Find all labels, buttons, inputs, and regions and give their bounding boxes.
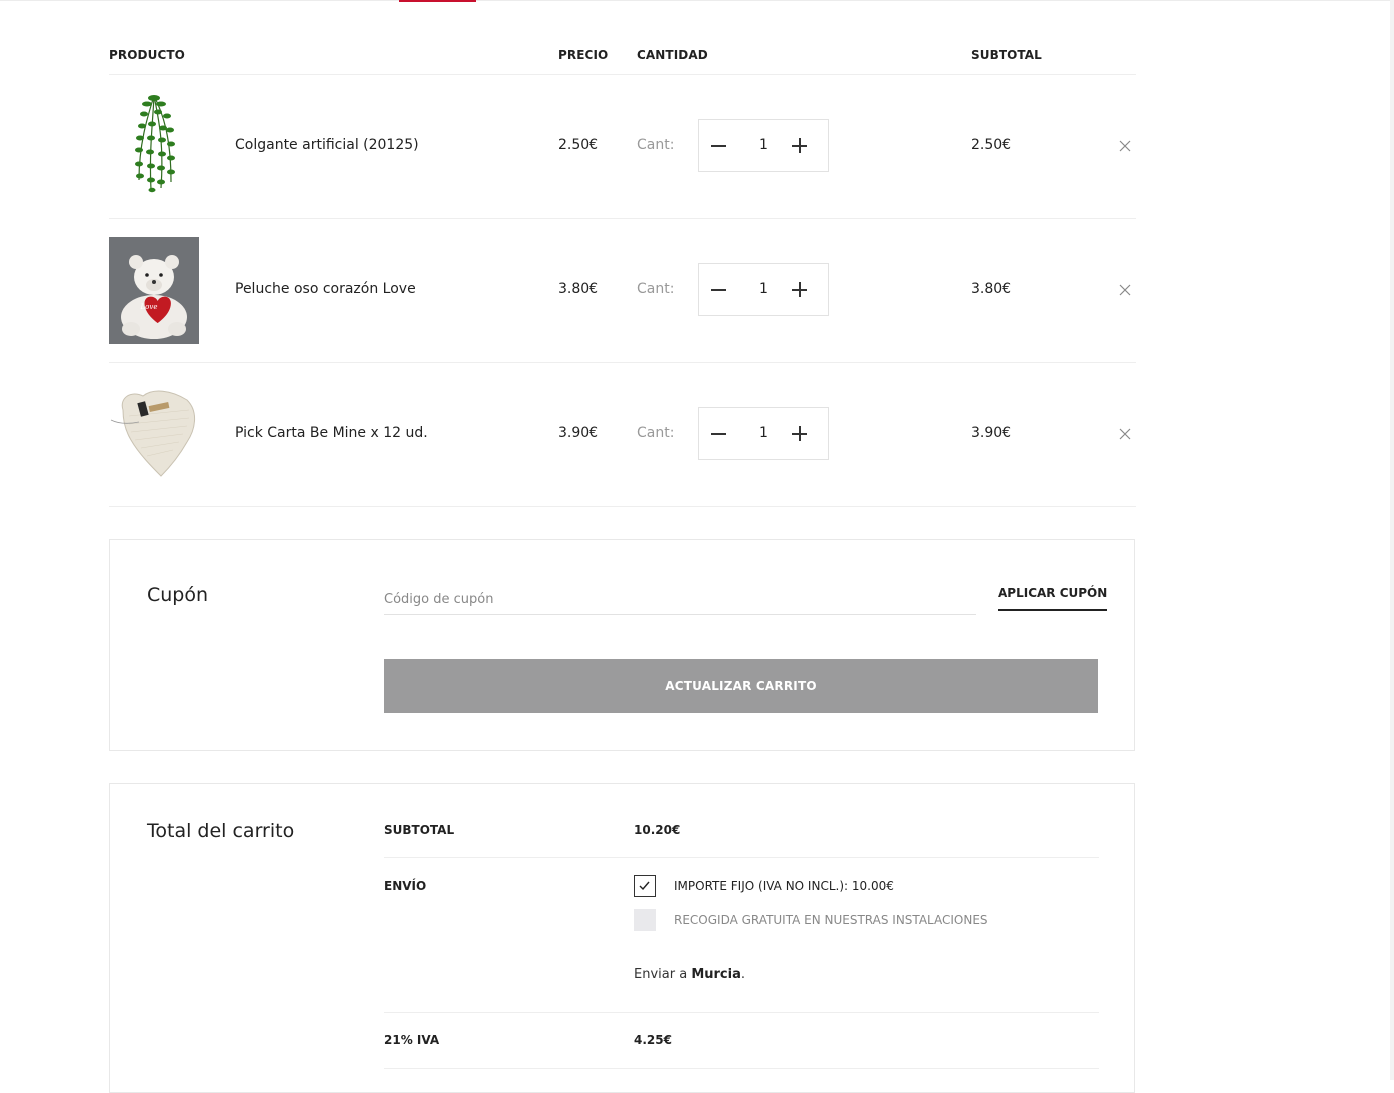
product-name[interactable]: Colgante artificial (20125) <box>235 137 419 153</box>
shipping-label: ENVÍO <box>384 879 427 893</box>
quantity-stepper: 1 <box>698 407 829 460</box>
totals-divider <box>384 1012 1099 1013</box>
totals-divider <box>384 857 1099 858</box>
quantity-input[interactable]: 1 <box>739 264 788 315</box>
increase-quantity-button[interactable] <box>788 264 828 315</box>
header-product: PRODUCTO <box>109 48 185 62</box>
header-price: PRECIO <box>558 48 609 62</box>
checkmark-icon <box>639 881 650 891</box>
ship-to-text: Enviar a Murcia. <box>634 967 745 982</box>
quantity-label: Cant: <box>637 137 675 153</box>
scrollbar[interactable] <box>1390 0 1394 1080</box>
shipping-flat-rate-label[interactable]: IMPORTE FIJO (IVA NO INCL.): 10.00€ <box>674 879 894 893</box>
product-subtotal: 3.90€ <box>971 425 1012 441</box>
decrease-quantity-button[interactable] <box>699 408 739 459</box>
product-price: 3.90€ <box>558 425 599 441</box>
quantity-label: Cant: <box>637 281 675 297</box>
subtotal-value: 10.20€ <box>634 823 681 837</box>
quantity-stepper: 1 <box>698 263 829 316</box>
header-divider <box>109 74 1136 75</box>
increase-quantity-button[interactable] <box>788 408 828 459</box>
product-price: 2.50€ <box>558 137 599 153</box>
quantity-label: Cant: <box>637 425 675 441</box>
quantity-stepper: 1 <box>698 119 829 172</box>
product-subtotal: 2.50€ <box>971 137 1012 153</box>
cart-totals-box: Total del carrito SUBTOTAL 10.20€ ENVÍO … <box>109 783 1135 1093</box>
apply-coupon-button[interactable]: APLICAR CUPÓN <box>998 586 1108 611</box>
increase-quantity-button[interactable] <box>788 120 828 171</box>
quantity-input[interactable]: 1 <box>739 120 788 171</box>
tax-label: 21% IVA <box>384 1033 440 1047</box>
hanging-plant-image[interactable] <box>109 90 199 198</box>
quantity-input[interactable]: 1 <box>739 408 788 459</box>
coupon-code-input[interactable] <box>384 584 976 615</box>
ship-to-place[interactable]: Murcia <box>691 967 741 982</box>
coupon-title: Cupón <box>147 584 209 606</box>
remove-item-icon[interactable] <box>1118 139 1132 153</box>
header-subtotal: SUBTOTAL <box>971 48 1042 62</box>
totals-divider <box>384 1068 1099 1069</box>
top-border <box>0 0 1394 1</box>
remove-item-icon[interactable] <box>1118 427 1132 441</box>
row-divider <box>109 218 1136 219</box>
subtotal-label: SUBTOTAL <box>384 823 455 837</box>
svg-text:Love: Love <box>140 303 158 311</box>
coupon-box: Cupón APLICAR CUPÓN ACTUALIZAR CARRITO <box>109 539 1135 751</box>
heart-card-image[interactable] <box>109 380 199 488</box>
ship-to-suffix: . <box>740 967 745 982</box>
shipping-pickup-checkbox[interactable] <box>634 909 656 931</box>
teddy-bear-image[interactable]: Love <box>109 237 199 344</box>
active-tab-indicator <box>399 0 476 2</box>
ship-to-prefix: Enviar a <box>634 967 688 982</box>
shipping-flat-rate-checkbox[interactable] <box>634 875 656 897</box>
product-name[interactable]: Peluche oso corazón Love <box>235 281 416 297</box>
product-price: 3.80€ <box>558 281 599 297</box>
remove-item-icon[interactable] <box>1118 283 1132 297</box>
update-cart-button[interactable]: ACTUALIZAR CARRITO <box>384 659 1098 713</box>
row-divider <box>109 362 1136 363</box>
product-name[interactable]: Pick Carta Be Mine x 12 ud. <box>235 425 428 441</box>
header-quantity: CANTIDAD <box>637 48 708 62</box>
cart-totals-title: Total del carrito <box>147 820 295 842</box>
tax-value: 4.25€ <box>634 1033 672 1047</box>
shipping-pickup-label[interactable]: RECOGIDA GRATUITA EN NUESTRAS INSTALACIO… <box>674 913 988 927</box>
decrease-quantity-button[interactable] <box>699 120 739 171</box>
row-divider <box>109 506 1136 507</box>
decrease-quantity-button[interactable] <box>699 264 739 315</box>
product-subtotal: 3.80€ <box>971 281 1012 297</box>
